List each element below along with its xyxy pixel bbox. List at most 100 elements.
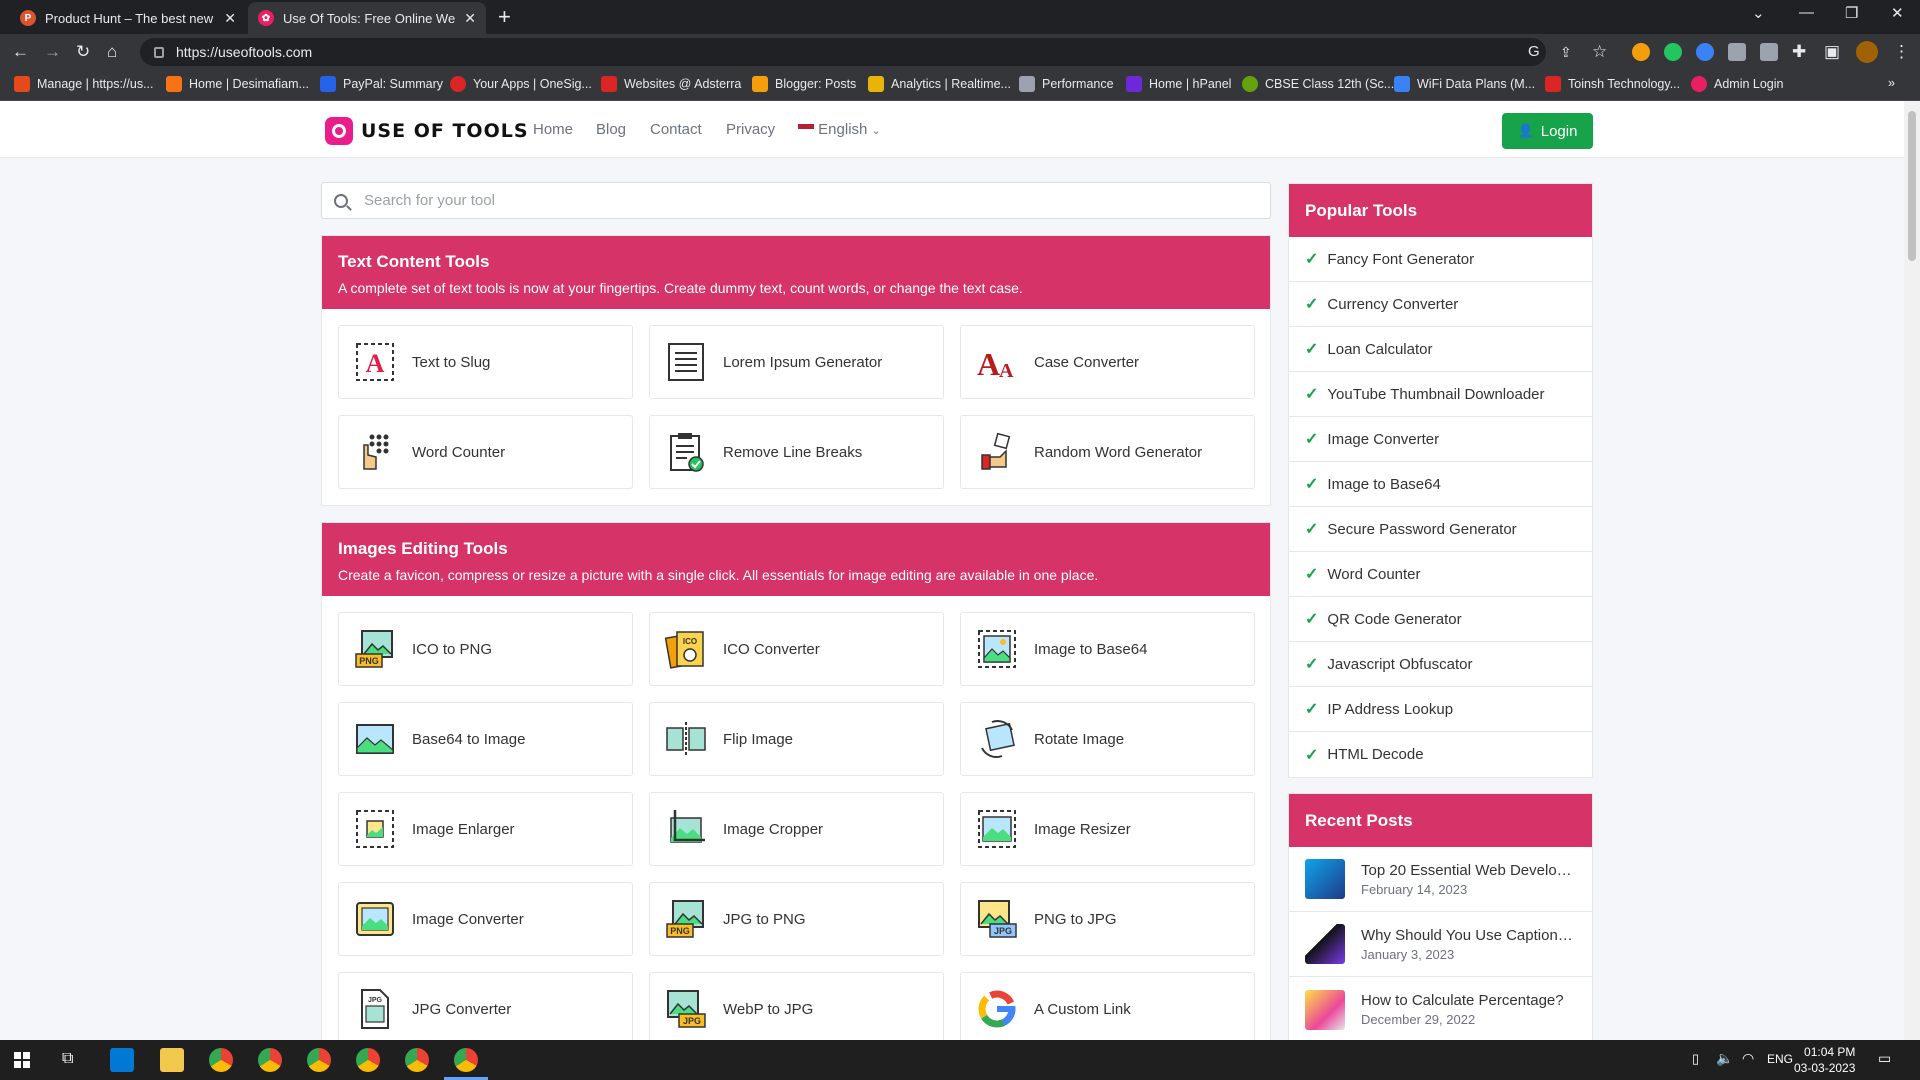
store-icon[interactable] (110, 1048, 134, 1072)
tool-card-custom-link[interactable]: A Custom Link (960, 972, 1255, 1040)
tool-card-case-converter[interactable]: A A Case Converter (960, 325, 1255, 399)
login-button[interactable]: 👤 Login (1502, 113, 1593, 149)
extension-icon[interactable] (1664, 43, 1682, 61)
tool-search-input[interactable]: Search for your tool (321, 182, 1271, 219)
tool-card-flip-image[interactable]: Flip Image (649, 702, 944, 776)
popular-tool-link[interactable]: ✓ QR Code Generator (1289, 597, 1592, 642)
file-explorer-icon[interactable] (160, 1048, 184, 1072)
bookmark[interactable]: Your Apps | OneSig... (450, 76, 592, 92)
bookmark[interactable]: PayPal: Summary (320, 76, 443, 92)
tool-card-word-counter[interactable]: Word Counter (338, 415, 633, 489)
tool-card-remove-line-breaks[interactable]: Remove Line Breaks (649, 415, 944, 489)
recent-post[interactable]: Top 20 Essential Web Develop... February … (1289, 847, 1592, 912)
bookmark[interactable]: Blogger: Posts (752, 76, 856, 92)
sidepanel-icon[interactable]: ▣ (1824, 42, 1840, 62)
tool-card-rotate-image[interactable]: Rotate Image (960, 702, 1255, 776)
google-icon[interactable]: G (1528, 42, 1540, 62)
task-view-icon[interactable]: ⧉ (62, 1050, 73, 1068)
tool-card-jpg-converter[interactable]: JPG JPG Converter (338, 972, 633, 1040)
chrome-icon[interactable] (356, 1048, 380, 1072)
chrome-icon[interactable] (209, 1048, 233, 1072)
close-window-icon[interactable]: ✕ (1891, 4, 1904, 22)
tool-card-webp-to-jpg[interactable]: JPG WebP to JPG (649, 972, 944, 1040)
nav-blog[interactable]: Blog (596, 121, 626, 138)
site-logo[interactable]: USE OF TOOLS (325, 117, 529, 145)
avatar[interactable] (1856, 41, 1878, 63)
extension-icon[interactable] (1760, 43, 1778, 61)
bookmark[interactable]: Home | hPanel (1126, 76, 1231, 92)
notifications-icon[interactable]: ▭ (1878, 1050, 1891, 1067)
extension-icon[interactable] (1632, 43, 1650, 61)
language-indicator[interactable]: ENG (1767, 1052, 1793, 1066)
popular-tool-link[interactable]: ✓ HTML Decode (1289, 732, 1592, 777)
star-icon[interactable]: ☆ (1592, 42, 1607, 62)
chevron-down-icon[interactable]: ⌄ (1752, 4, 1765, 22)
nav-home[interactable]: Home (533, 121, 573, 138)
tab-product-hunt[interactable]: P Product Hunt – The best new pro ✕ (10, 2, 246, 34)
tool-card-png-to-jpg[interactable]: JPG PNG to JPG (960, 882, 1255, 956)
share-icon[interactable]: ⇪ (1560, 42, 1572, 62)
tool-card-ico-to-png[interactable]: PNG ICO to PNG (338, 612, 633, 686)
address-bar[interactable]: https://useoftools.com (140, 38, 1546, 66)
more-bookmarks-icon[interactable]: » (1888, 76, 1895, 90)
minimize-icon[interactable]: — (1799, 4, 1814, 21)
chrome-icon[interactable] (258, 1048, 282, 1072)
volume-icon[interactable]: 🔈 (1716, 1050, 1733, 1067)
popular-tool-link[interactable]: ✓ Word Counter (1289, 552, 1592, 597)
tool-card-image-enlarger[interactable]: Image Enlarger (338, 792, 633, 866)
bookmark[interactable]: Analytics | Realtime... (868, 76, 1011, 92)
chrome-icon[interactable] (454, 1048, 478, 1072)
back-icon[interactable]: ← (12, 42, 29, 62)
forward-icon[interactable]: → (44, 42, 61, 62)
bookmark[interactable]: Performance (1019, 76, 1114, 92)
close-icon[interactable]: ✕ (224, 10, 236, 27)
tool-card-ico-converter[interactable]: ICO ICO Converter (649, 612, 944, 686)
popular-tool-link[interactable]: ✓ Fancy Font Generator (1289, 237, 1592, 282)
bookmark[interactable]: WiFi Data Plans (M... (1394, 76, 1535, 92)
nav-privacy[interactable]: Privacy (726, 121, 775, 138)
home-icon[interactable]: ⌂ (107, 42, 117, 62)
popular-tool-link[interactable]: ✓ YouTube Thumbnail Downloader (1289, 372, 1592, 417)
bookmark[interactable]: Admin Login (1691, 76, 1784, 92)
new-tab-icon[interactable]: + (498, 4, 511, 30)
popular-tool-link[interactable]: ✓ IP Address Lookup (1289, 687, 1592, 732)
tool-card-base64-to-image[interactable]: Base64 to Image (338, 702, 633, 776)
popular-tool-link[interactable]: ✓ Secure Password Generator (1289, 507, 1592, 552)
tool-card-lorem-ipsum[interactable]: Lorem Ipsum Generator (649, 325, 944, 399)
chrome-icon[interactable] (307, 1048, 331, 1072)
puzzle-icon[interactable]: ✚ (1792, 42, 1806, 62)
extension-icon[interactable] (1728, 43, 1746, 61)
menu-icon[interactable]: ⋮ (1893, 42, 1910, 62)
bookmark[interactable]: Home | Desimafiam... (166, 76, 309, 92)
popular-tool-link[interactable]: ✓ Image to Base64 (1289, 462, 1592, 507)
popular-tool-link[interactable]: ✓ Loan Calculator (1289, 327, 1592, 372)
tool-card-text-to-slug[interactable]: A Text to Slug (338, 325, 633, 399)
scrollbar-thumb[interactable] (1908, 111, 1916, 261)
reload-icon[interactable]: ↻ (76, 42, 90, 62)
tool-card-image-resizer[interactable]: Image Resizer (960, 792, 1255, 866)
bookmark[interactable]: CBSE Class 12th (Sc... (1242, 76, 1394, 92)
tool-card-image-to-base64[interactable]: Image to Base64 (960, 612, 1255, 686)
recent-post[interactable]: Why Should You Use Caption f... January 3… (1289, 912, 1592, 977)
tool-card-jpg-to-png[interactable]: PNG JPG to PNG (649, 882, 944, 956)
windows-start-icon[interactable] (14, 1052, 30, 1068)
bookmark[interactable]: Websites @ Adsterra (601, 76, 741, 92)
chrome-icon[interactable] (405, 1048, 429, 1072)
tool-card-image-converter[interactable]: Image Converter (338, 882, 633, 956)
maximize-icon[interactable]: ❐ (1845, 4, 1858, 22)
bookmark[interactable]: Toinsh Technology... (1545, 76, 1680, 92)
network-icon[interactable]: ▯ (1692, 1051, 1699, 1067)
tab-use-of-tools[interactable]: ✿ Use Of Tools: Free Online Web To ✕ (248, 2, 486, 34)
recent-post[interactable]: How to Calculate Percentage? December 29,… (1289, 977, 1592, 1040)
popular-tool-link[interactable]: ✓ Javascript Obfuscator (1289, 642, 1592, 687)
system-clock[interactable]: 01:04 PM 03-03-2023 (1794, 1044, 1855, 1076)
tool-card-image-cropper[interactable]: Image Cropper (649, 792, 944, 866)
nav-contact[interactable]: Contact (650, 121, 702, 138)
popular-tool-link[interactable]: ✓ Image Converter (1289, 417, 1592, 462)
close-icon[interactable]: ✕ (464, 10, 476, 27)
language-select[interactable]: English ⌄ (798, 121, 881, 138)
bookmark[interactable]: Manage | https://us... (14, 76, 154, 92)
page-scrollbar[interactable] (1904, 101, 1920, 1040)
popular-tool-link[interactable]: ✓ Currency Converter (1289, 282, 1592, 327)
wifi-icon[interactable]: ◠ (1742, 1050, 1754, 1067)
